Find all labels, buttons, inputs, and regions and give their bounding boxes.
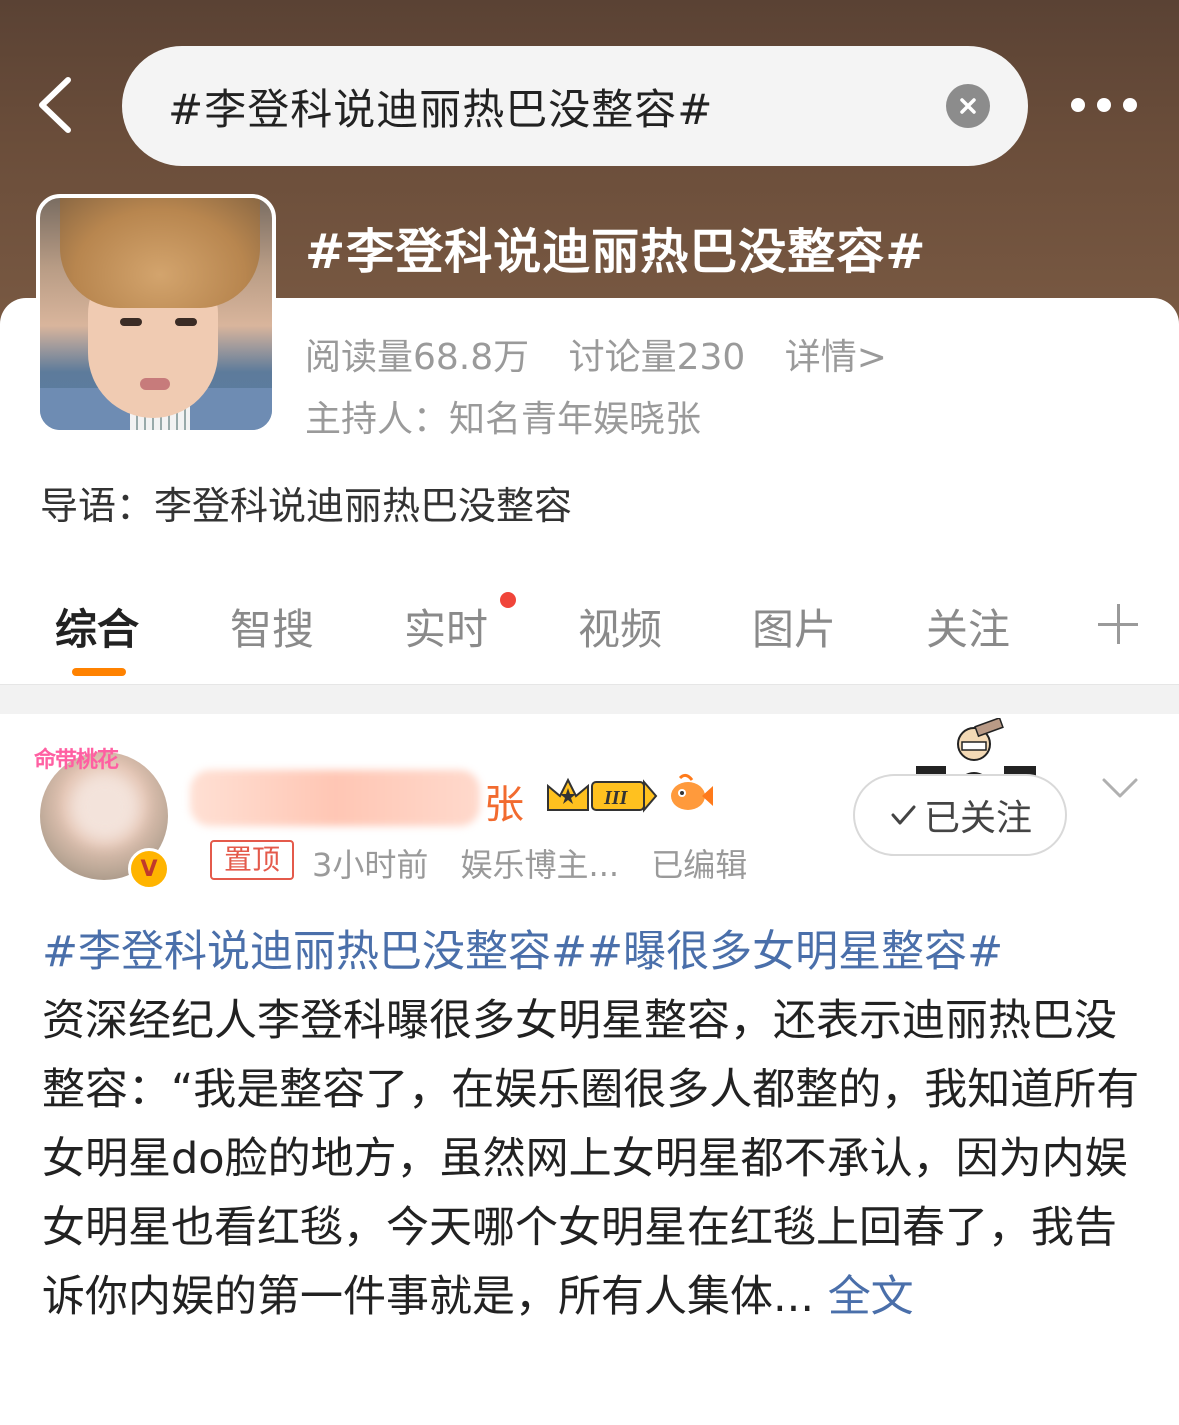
follow-label: 已关注 <box>923 798 1032 839</box>
verified-icon: V <box>128 848 170 890</box>
post-edited[interactable]: 已编辑 <box>651 846 747 884</box>
active-tab-indicator <box>72 668 126 676</box>
tab-following[interactable]: 关注 <box>926 596 1010 657</box>
topic-avatar[interactable] <box>36 194 276 434</box>
post-hashtags[interactable]: #李登科说迪丽热巴没整容##曝很多女明星整容# <box>42 927 1003 977</box>
search-value: #李登科说迪丽热巴没整容# <box>168 84 714 134</box>
tab-bar: 综合 智搜 实时 视频 图片 关注 <box>0 596 1179 684</box>
clear-icon[interactable] <box>946 84 990 128</box>
post-source: 娱乐博主... <box>460 846 620 884</box>
follow-button[interactable]: 已关注 <box>853 774 1067 856</box>
back-icon[interactable] <box>30 70 90 140</box>
tab-realtime[interactable]: 实时 <box>404 596 488 657</box>
username[interactable]: 张 <box>484 772 524 830</box>
post-content: #李登科说迪丽热巴没整容##曝很多女明星整容# 资深经纪人李登科曝很多女明星整容… <box>42 918 1142 1332</box>
notification-dot <box>500 592 516 608</box>
post-time: 3小时前 <box>312 846 429 884</box>
tab-video[interactable]: 视频 <box>578 596 662 657</box>
tab-images[interactable]: 图片 <box>752 596 836 657</box>
more-icon[interactable] <box>1071 90 1137 120</box>
topic-intro: 导语：李登科说迪丽热巴没整容 <box>40 484 573 528</box>
post-text: 资深经纪人李登科曝很多女明星整容，还表示迪丽热巴没整容：“我是整容了，在娱乐圈很… <box>42 996 1140 1322</box>
username-blurred[interactable] <box>190 770 480 826</box>
read-count: 阅读量68.8万 <box>305 337 530 378</box>
section-divider <box>0 684 1179 714</box>
tab-smart-search[interactable]: 智搜 <box>230 596 314 657</box>
details-link[interactable]: 详情> <box>785 337 887 378</box>
topic-stats: 阅读量68.8万 讨论量230 详情> <box>305 328 915 380</box>
check-icon <box>891 805 916 825</box>
pinned-badge: 置顶 <box>210 840 294 880</box>
post-meta: 3小时前 娱乐博主... 已编辑 <box>312 840 769 886</box>
avatar-frame-badge: 命带桃花 <box>34 748 119 773</box>
svg-text:III: III <box>603 787 629 809</box>
tab-comprehensive[interactable]: 综合 <box>55 596 139 657</box>
add-tab-icon[interactable] <box>1098 604 1138 644</box>
search-input[interactable]: #李登科说迪丽热巴没整容# <box>122 46 1028 166</box>
crown-level-icon[interactable]: III <box>544 774 660 816</box>
fish-badge-icon[interactable] <box>668 772 714 818</box>
topic-host[interactable]: 主持人：知名青年娱晓张 <box>305 390 701 442</box>
discussion-count: 讨论量230 <box>568 337 746 378</box>
chevron-down-icon[interactable] <box>1100 776 1140 802</box>
page-title: #李登科说迪丽热巴没整容# <box>305 224 927 280</box>
read-more-link[interactable]: 全文 <box>828 1272 914 1322</box>
